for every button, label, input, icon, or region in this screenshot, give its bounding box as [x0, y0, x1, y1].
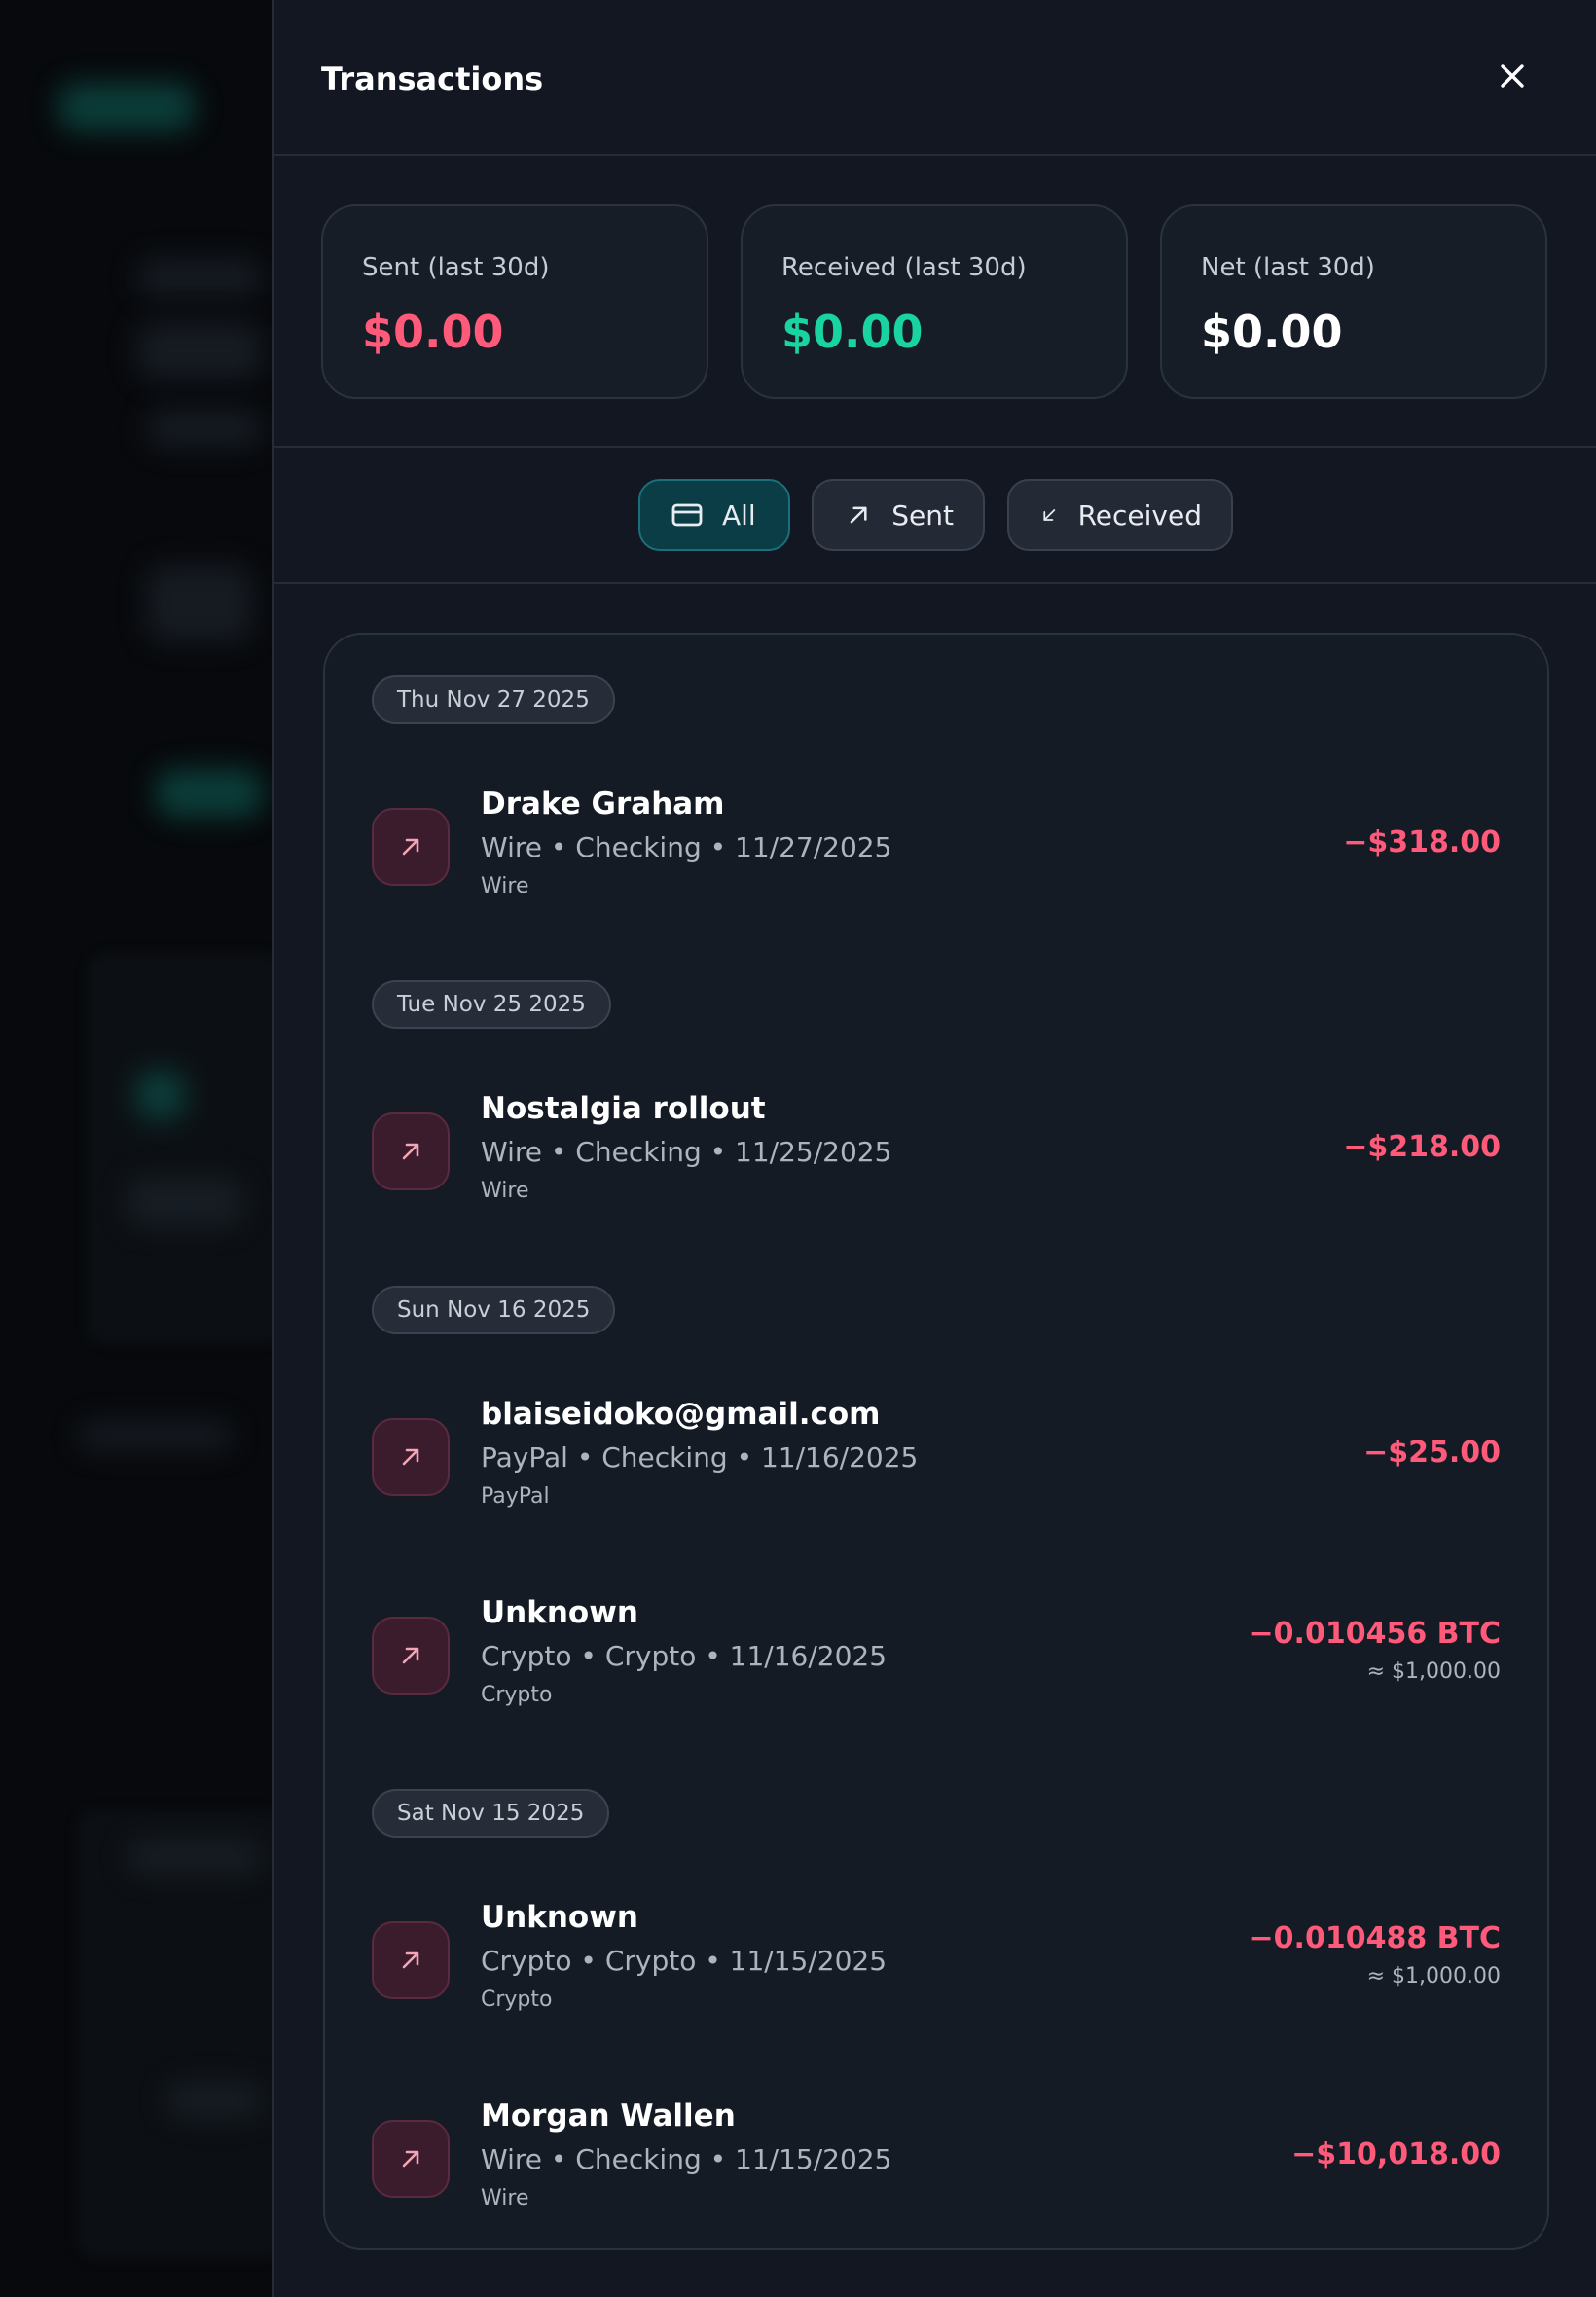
transaction-name: blaiseidoko@gmail.com	[481, 1397, 881, 1432]
filter-label: All	[722, 498, 756, 531]
date-header: Sat Nov 15 2025	[372, 1789, 610, 1838]
stat-card-received: Received (last 30d) $0.00	[741, 204, 1128, 399]
transaction-approx-value: ≈ $1,000.00	[1366, 1964, 1501, 1988]
filter-sent-button[interactable]: Sent	[812, 479, 985, 551]
transaction-method: Crypto	[481, 1987, 553, 2012]
transaction-amount: −$318.00	[1343, 825, 1501, 859]
stat-label: Net (last 30d)	[1201, 253, 1375, 282]
arrow-down-left-icon	[1043, 509, 1056, 521]
card-icon	[671, 503, 703, 527]
arrow-up-right-icon	[402, 838, 419, 856]
stat-value: $0.00	[362, 306, 504, 358]
filter-received-button[interactable]: Received	[1007, 479, 1233, 551]
transaction-amount: −0.010456 BTC	[1249, 1617, 1501, 1651]
transaction-method: Crypto	[481, 1683, 553, 1707]
sent-badge	[372, 808, 450, 886]
sent-badge	[372, 1418, 450, 1496]
transaction-approx-value: ≈ $1,000.00	[1366, 1659, 1501, 1684]
sent-badge	[372, 1617, 450, 1695]
filter-label: Received	[1077, 498, 1202, 531]
transaction-meta: Wire • Checking • 11/27/2025	[481, 831, 892, 863]
date-header: Thu Nov 27 2025	[372, 675, 615, 724]
transactions-panel: Transactions Sent (last 30d) $0.00 Recei…	[272, 0, 1596, 2297]
sent-badge	[372, 1112, 450, 1190]
transaction-row[interactable]: Nostalgia rollout Wire • Checking • 11/2…	[372, 1091, 1501, 1208]
stat-value: $0.00	[781, 306, 924, 358]
transaction-name: Unknown	[481, 1595, 638, 1630]
stat-card-sent: Sent (last 30d) $0.00	[321, 204, 708, 399]
stat-label: Received (last 30d)	[781, 253, 1027, 282]
transaction-method: Wire	[481, 874, 529, 898]
arrow-up-right-icon	[402, 2150, 419, 2168]
transaction-row[interactable]: Morgan Wallen Wire • Checking • 11/15/20…	[372, 2098, 1501, 2215]
arrow-up-right-icon	[850, 506, 867, 524]
arrow-up-right-icon	[402, 1448, 419, 1466]
transaction-meta: PayPal • Checking • 11/16/2025	[481, 1441, 919, 1474]
transaction-method: Wire	[481, 1179, 529, 1203]
transaction-row[interactable]: blaiseidoko@gmail.com PayPal • Checking …	[372, 1397, 1501, 1513]
transaction-amount: −0.010488 BTC	[1249, 1921, 1501, 1955]
transaction-meta: Crypto • Crypto • 11/15/2025	[481, 1945, 888, 1977]
transaction-name: Unknown	[481, 1900, 638, 1935]
transaction-amount: −$25.00	[1363, 1436, 1501, 1470]
transaction-amount: −$218.00	[1343, 1130, 1501, 1164]
transaction-row[interactable]: Drake Graham Wire • Checking • 11/27/202…	[372, 786, 1501, 903]
filter-all-button[interactable]: All	[638, 479, 790, 551]
sent-badge	[372, 1921, 450, 1999]
stat-card-net: Net (last 30d) $0.00	[1160, 204, 1547, 399]
transaction-row[interactable]: Unknown Crypto • Crypto • 11/15/2025 Cry…	[372, 1900, 1501, 2017]
summary-stats: Sent (last 30d) $0.00 Received (last 30d…	[274, 156, 1596, 448]
filter-label: Sent	[891, 498, 954, 531]
close-button[interactable]	[1495, 58, 1530, 93]
transaction-method: Wire	[481, 2186, 529, 2210]
date-header: Tue Nov 25 2025	[372, 980, 611, 1029]
transaction-row[interactable]: Unknown Crypto • Crypto • 11/16/2025 Cry…	[372, 1595, 1501, 1712]
transaction-amount: −$10,018.00	[1291, 2137, 1501, 2171]
filter-bar: All Sent Received	[274, 448, 1596, 584]
panel-header: Transactions	[274, 0, 1596, 156]
transaction-name: Morgan Wallen	[481, 2098, 736, 2133]
sent-badge	[372, 2120, 450, 2198]
date-header: Sun Nov 16 2025	[372, 1286, 616, 1334]
arrow-up-right-icon	[402, 1647, 419, 1664]
transaction-list: Thu Nov 27 2025 Drake Graham Wire • Chec…	[323, 633, 1549, 2250]
arrow-up-right-icon	[402, 1951, 419, 1969]
transaction-meta: Crypto • Crypto • 11/16/2025	[481, 1640, 888, 1672]
transaction-name: Drake Graham	[481, 786, 725, 821]
background-app	[0, 0, 282, 2297]
stat-label: Sent (last 30d)	[362, 253, 550, 282]
transaction-meta: Wire • Checking • 11/25/2025	[481, 1136, 892, 1168]
transaction-name: Nostalgia rollout	[481, 1091, 766, 1126]
close-icon	[1501, 64, 1524, 88]
transaction-meta: Wire • Checking • 11/15/2025	[481, 2143, 892, 2175]
stat-value: $0.00	[1201, 306, 1343, 358]
arrow-up-right-icon	[402, 1143, 419, 1160]
transaction-method: PayPal	[481, 1484, 550, 1509]
panel-title: Transactions	[321, 60, 544, 97]
